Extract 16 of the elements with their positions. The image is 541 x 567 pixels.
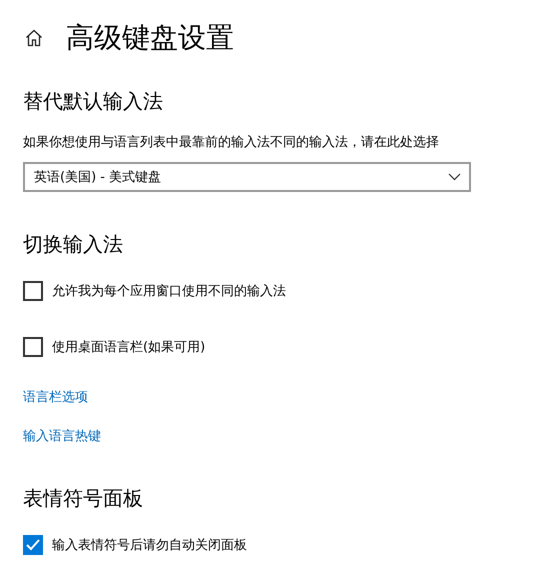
checkbox-label: 允许我为每个应用窗口使用不同的输入法	[52, 283, 286, 300]
section-heading: 替代默认输入法	[23, 88, 164, 114]
description-text: 如果你想使用与语言列表中最靠前的输入法不同的输入法，请在此处选择	[23, 134, 440, 152]
home-icon[interactable]	[25, 29, 43, 47]
settings-link[interactable]: 语言栏选项	[23, 389, 88, 407]
checkbox[interactable]	[23, 535, 43, 555]
checkbox-label: 使用桌面语言栏(如果可用)	[52, 339, 206, 356]
checkbox-label: 输入表情符号后请勿自动关闭面板	[52, 537, 247, 554]
dropdown[interactable]: 英语(美国) - 美式键盘	[23, 162, 471, 192]
section-heading: 表情符号面板	[23, 485, 144, 511]
page-title: 高级键盘设置	[66, 20, 234, 56]
chevron-down-icon	[448, 173, 461, 181]
settings-link[interactable]: 输入语言热键	[23, 428, 101, 446]
section-heading: 切换输入法	[23, 231, 124, 257]
checkbox[interactable]	[23, 337, 43, 357]
checkbox[interactable]	[23, 281, 43, 301]
